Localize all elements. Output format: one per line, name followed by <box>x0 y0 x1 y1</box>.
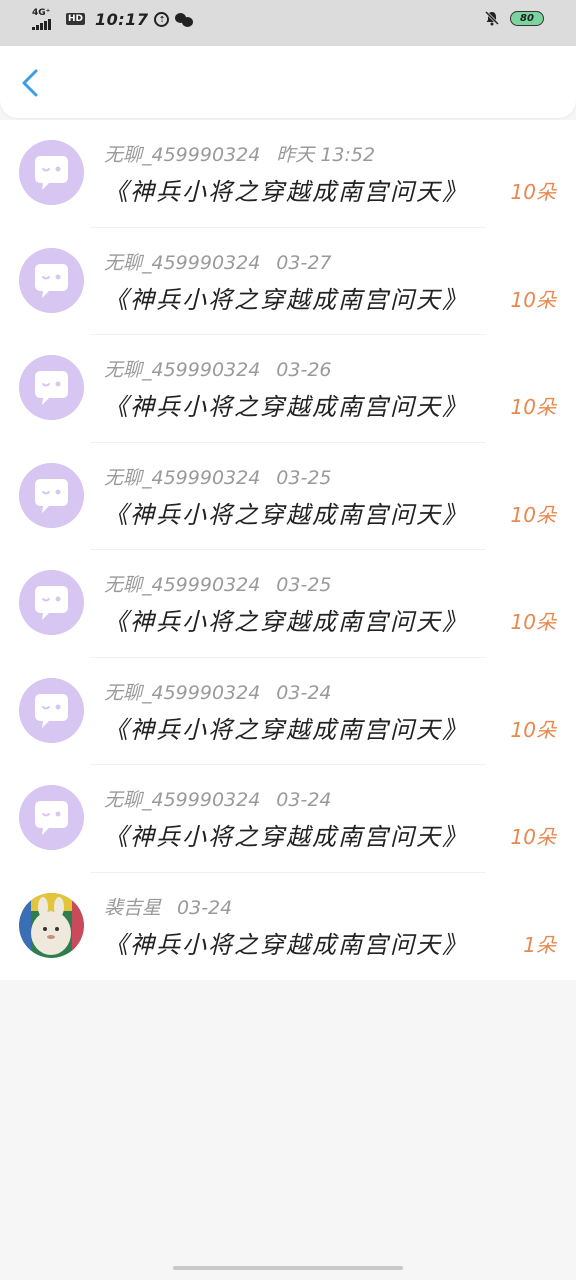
book-title: 《神兵小将之穿越成南宫问天》 <box>104 823 468 851</box>
status-time: 10:17 <box>95 9 149 29</box>
message-date: 03-25 <box>276 574 332 596</box>
book-title: 《神兵小将之穿越成南宫问天》 <box>104 393 468 421</box>
battery-icon: 80 <box>510 10 544 26</box>
book-title: 《神兵小将之穿越成南宫问天》 <box>104 285 468 314</box>
flower-count: 10朵 <box>510 180 556 204</box>
message-meta: 无聊_459990324 03-27 <box>104 248 332 275</box>
wechat-icon <box>175 12 194 27</box>
sender-name: 无聊_459990324 <box>104 466 261 489</box>
message-row[interactable]: 裴吉星 03-24 《神兵小将之穿越成南宫问天》 1朵 <box>0 873 576 981</box>
message-meta: 无聊_459990324 03-25 <box>104 463 332 490</box>
top-nav-bar <box>0 46 576 118</box>
message-meta: 裴吉星 03-24 <box>104 893 232 920</box>
chat-bubble-avatar-icon[interactable] <box>19 785 84 850</box>
network-type: 4G⁺ <box>32 8 51 18</box>
sender-name: 无聊_459990324 <box>104 574 261 596</box>
message-row[interactable]: 无聊_459990324 昨天 13:52 《神兵小将之穿越成南宫问天》 10朵 <box>0 120 576 228</box>
message-meta: 无聊_459990324 03-25 <box>104 570 332 597</box>
chat-bubble-avatar-icon[interactable] <box>19 247 84 313</box>
flower-count: 10朵 <box>510 717 556 742</box>
book-title: 《神兵小将之穿越成南宫问天》 <box>104 178 468 206</box>
status-bar: 4G⁺ HD 10:17 ⇡ 80 <box>0 0 576 46</box>
book-title: 《神兵小将之穿越成南宫问天》 <box>104 608 468 636</box>
message-row[interactable]: 无聊_459990324 03-24 《神兵小将之穿越成南宫问天》 10朵 <box>0 765 576 873</box>
signal-icon: 4G⁺ <box>32 8 58 30</box>
home-indicator[interactable] <box>173 1266 403 1270</box>
sender-name: 无聊_459990324 <box>104 251 261 274</box>
message-row[interactable]: 无聊_459990324 03-27 《神兵小将之穿越成南宫问天》 10朵 <box>0 228 576 335</box>
user-photo-avatar[interactable] <box>19 892 84 958</box>
mute-bell-icon <box>484 10 500 26</box>
flower-count: 10朵 <box>510 287 556 312</box>
message-date: 03-24 <box>276 681 332 704</box>
flower-count: 10朵 <box>510 825 556 849</box>
chat-bubble-avatar-icon[interactable] <box>19 140 84 205</box>
message-date: 03-27 <box>276 251 332 274</box>
message-date: 03-25 <box>276 466 332 489</box>
flower-count: 10朵 <box>510 610 556 634</box>
message-meta: 无聊_459990324 昨天 13:52 <box>104 140 375 167</box>
battery-level: 80 <box>520 12 534 24</box>
flower-count: 10朵 <box>510 395 556 419</box>
book-title: 《神兵小将之穿越成南宫问天》 <box>104 715 468 744</box>
message-row[interactable]: 无聊_459990324 03-25 《神兵小将之穿越成南宫问天》 10朵 <box>0 443 576 550</box>
message-date: 03-24 <box>177 896 233 919</box>
chat-bubble-avatar-icon[interactable] <box>19 355 84 420</box>
message-meta: 无聊_459990324 03-24 <box>104 678 332 705</box>
message-list: 无聊_459990324 昨天 13:52 《神兵小将之穿越成南宫问天》 10朵 无聊… <box>0 120 576 980</box>
message-date: 03-24 <box>276 789 332 811</box>
chat-bubble-avatar-icon[interactable] <box>19 570 84 635</box>
sender-name: 无聊_459990324 <box>104 144 261 166</box>
hd-icon: HD <box>66 13 86 25</box>
book-title: 《神兵小将之穿越成南宫问天》 <box>104 930 468 959</box>
message-meta: 无聊_459990324 03-24 <box>104 785 332 812</box>
message-meta: 无聊_459990324 03-26 <box>104 355 332 382</box>
sender-name: 无聊_459990324 <box>104 681 261 704</box>
chat-bubble-avatar-icon[interactable] <box>19 462 84 528</box>
flower-count: 1朵 <box>523 932 556 957</box>
flower-count: 10朵 <box>510 502 556 527</box>
chat-bubble-avatar-icon[interactable] <box>19 677 84 743</box>
sender-name: 无聊_459990324 <box>104 789 261 811</box>
sender-name: 无聊_459990324 <box>104 359 261 381</box>
message-date: 03-26 <box>276 359 332 381</box>
message-date: 昨天 13:52 <box>276 144 376 166</box>
chevron-left-icon[interactable] <box>14 66 48 100</box>
message-row[interactable]: 无聊_459990324 03-25 《神兵小将之穿越成南宫问天》 10朵 <box>0 550 576 658</box>
message-row[interactable]: 无聊_459990324 03-24 《神兵小将之穿越成南宫问天》 10朵 <box>0 658 576 765</box>
message-row[interactable]: 无聊_459990324 03-26 《神兵小将之穿越成南宫问天》 10朵 <box>0 335 576 443</box>
book-title: 《神兵小将之穿越成南宫问天》 <box>104 500 468 529</box>
sync-icon: ⇡ <box>154 11 170 27</box>
sender-name: 裴吉星 <box>104 896 162 919</box>
